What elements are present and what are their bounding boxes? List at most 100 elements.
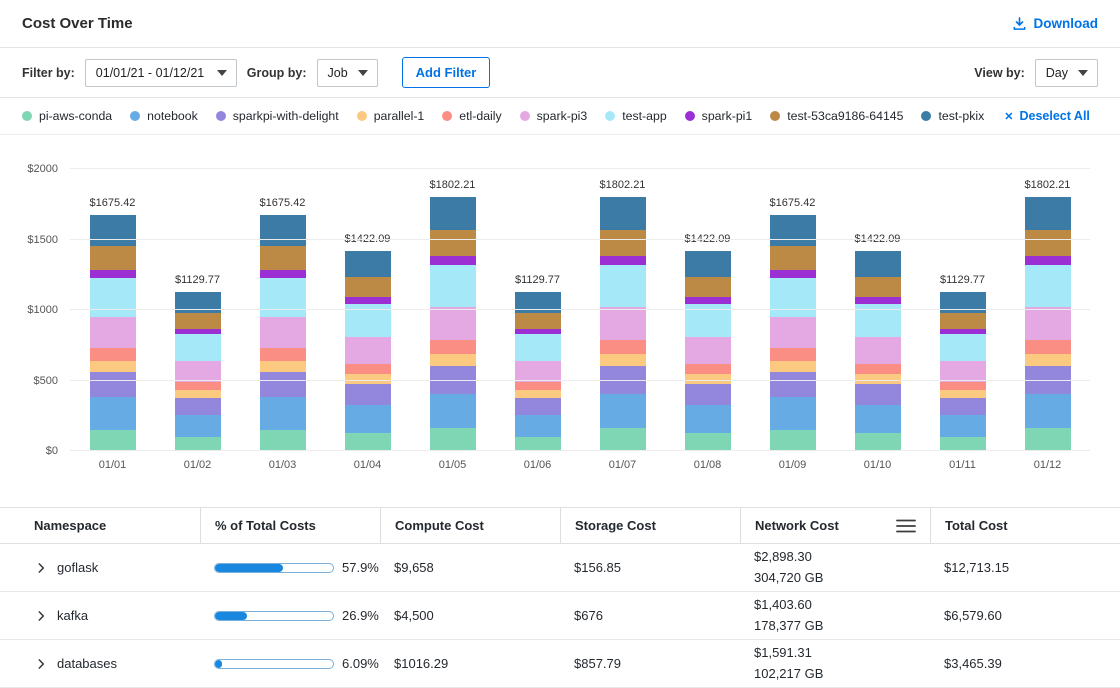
- bar-segment-notebook[interactable]: [175, 415, 221, 437]
- bar-segment-parallel-1[interactable]: [175, 390, 221, 398]
- bar-segment-etl-daily[interactable]: [515, 382, 561, 390]
- bar-segment-test-53ca9186-64145[interactable]: [175, 313, 221, 329]
- stacked-bar-01/10[interactable]: [855, 251, 901, 451]
- bar-segment-notebook[interactable]: [430, 394, 476, 429]
- legend-item-spark-pi1[interactable]: spark-pi1: [685, 109, 753, 123]
- bar-segment-spark-pi3[interactable]: [685, 337, 731, 363]
- bar-segment-spark-pi3[interactable]: [260, 317, 306, 348]
- stacked-bar-01/09[interactable]: [770, 215, 816, 451]
- legend-item-parallel-1[interactable]: parallel-1: [357, 109, 425, 123]
- bar-segment-notebook[interactable]: [515, 415, 561, 437]
- bar-segment-parallel-1[interactable]: [90, 361, 136, 372]
- bar-segment-notebook[interactable]: [940, 415, 986, 437]
- bar-segment-spark-pi3[interactable]: [430, 307, 476, 340]
- bar-segment-spark-pi3[interactable]: [90, 317, 136, 348]
- bar-segment-parallel-1[interactable]: [770, 361, 816, 372]
- namespace-cell[interactable]: goflask: [22, 560, 200, 575]
- bar-segment-etl-daily[interactable]: [430, 340, 476, 354]
- namespace-cell[interactable]: databases: [22, 656, 200, 671]
- bar-segment-pi-aws-conda[interactable]: [1025, 428, 1071, 451]
- deselect-all-button[interactable]: ✕ Deselect All: [1004, 109, 1090, 123]
- bar-segment-spark-pi1[interactable]: [770, 270, 816, 278]
- stacked-bar-01/02[interactable]: [175, 292, 221, 451]
- bar-segment-test-app[interactable]: [260, 278, 306, 317]
- bar-segment-etl-daily[interactable]: [940, 382, 986, 390]
- bar-segment-test-53ca9186-64145[interactable]: [430, 230, 476, 256]
- bar-segment-spark-pi1[interactable]: [430, 256, 476, 264]
- chevron-right-icon[interactable]: [34, 561, 48, 575]
- bar-segment-spark-pi3[interactable]: [345, 337, 391, 363]
- date-range-select[interactable]: 01/01/21 - 01/12/21: [85, 59, 237, 87]
- bar-segment-sparkpi-with-delight[interactable]: [345, 384, 391, 406]
- bar-segment-pi-aws-conda[interactable]: [770, 430, 816, 451]
- bar-segment-notebook[interactable]: [855, 405, 901, 433]
- bar-segment-sparkpi-with-delight[interactable]: [855, 384, 901, 406]
- bar-segment-etl-daily[interactable]: [685, 364, 731, 375]
- legend-item-spark-pi3[interactable]: spark-pi3: [520, 109, 588, 123]
- bar-segment-pi-aws-conda[interactable]: [940, 437, 986, 451]
- bar-segment-test-53ca9186-64145[interactable]: [260, 246, 306, 270]
- bar-segment-pi-aws-conda[interactable]: [515, 437, 561, 451]
- bar-segment-spark-pi3[interactable]: [1025, 307, 1071, 340]
- bar-segment-test-app[interactable]: [430, 265, 476, 307]
- bar-segment-notebook[interactable]: [770, 397, 816, 429]
- bar-segment-test-53ca9186-64145[interactable]: [345, 277, 391, 297]
- stacked-bar-01/04[interactable]: [345, 251, 391, 451]
- bar-segment-etl-daily[interactable]: [260, 348, 306, 361]
- bar-segment-test-53ca9186-64145[interactable]: [515, 313, 561, 329]
- stacked-bar-01/07[interactable]: [600, 197, 646, 451]
- column-menu-icon[interactable]: [896, 518, 916, 534]
- bar-segment-notebook[interactable]: [685, 405, 731, 433]
- bar-segment-sparkpi-with-delight[interactable]: [685, 384, 731, 406]
- group-by-select[interactable]: Job: [317, 59, 378, 87]
- bar-segment-test-53ca9186-64145[interactable]: [940, 313, 986, 329]
- bar-segment-spark-pi1[interactable]: [855, 297, 901, 304]
- bar-segment-parallel-1[interactable]: [1025, 354, 1071, 366]
- bar-segment-pi-aws-conda[interactable]: [600, 428, 646, 451]
- bar-segment-pi-aws-conda[interactable]: [260, 430, 306, 451]
- bar-segment-sparkpi-with-delight[interactable]: [515, 398, 561, 415]
- bar-segment-spark-pi3[interactable]: [770, 317, 816, 348]
- legend-item-test-53ca9186-64145[interactable]: test-53ca9186-64145: [770, 109, 903, 123]
- chevron-right-icon[interactable]: [34, 609, 48, 623]
- bar-segment-spark-pi1[interactable]: [260, 270, 306, 278]
- add-filter-button[interactable]: Add Filter: [402, 57, 491, 88]
- bar-segment-test-app[interactable]: [175, 334, 221, 361]
- bar-segment-test-app[interactable]: [940, 334, 986, 361]
- bar-segment-sparkpi-with-delight[interactable]: [260, 372, 306, 397]
- bar-segment-test-pkix[interactable]: [770, 215, 816, 246]
- bar-segment-pi-aws-conda[interactable]: [90, 430, 136, 451]
- bar-segment-test-pkix[interactable]: [430, 197, 476, 230]
- bar-segment-spark-pi1[interactable]: [600, 256, 646, 264]
- bar-segment-test-53ca9186-64145[interactable]: [685, 277, 731, 297]
- bar-segment-test-pkix[interactable]: [600, 197, 646, 230]
- bar-segment-pi-aws-conda[interactable]: [685, 433, 731, 451]
- bar-segment-sparkpi-with-delight[interactable]: [770, 372, 816, 397]
- bar-segment-spark-pi3[interactable]: [600, 307, 646, 340]
- bar-segment-test-pkix[interactable]: [345, 251, 391, 277]
- bar-segment-test-pkix[interactable]: [1025, 197, 1071, 230]
- bar-segment-test-app[interactable]: [770, 278, 816, 317]
- bar-segment-sparkpi-with-delight[interactable]: [90, 372, 136, 397]
- legend-item-etl-daily[interactable]: etl-daily: [442, 109, 501, 123]
- bar-segment-spark-pi1[interactable]: [1025, 256, 1071, 264]
- stacked-bar-01/01[interactable]: [90, 215, 136, 451]
- stacked-bar-01/12[interactable]: [1025, 197, 1071, 451]
- bar-segment-etl-daily[interactable]: [855, 364, 901, 375]
- namespace-cell[interactable]: kafka: [22, 608, 200, 623]
- bar-segment-test-app[interactable]: [600, 265, 646, 307]
- bar-segment-notebook[interactable]: [600, 394, 646, 429]
- bar-segment-pi-aws-conda[interactable]: [175, 437, 221, 451]
- legend-item-test-pkix[interactable]: test-pkix: [921, 109, 984, 123]
- bar-segment-test-app[interactable]: [515, 334, 561, 361]
- bar-segment-etl-daily[interactable]: [1025, 340, 1071, 354]
- legend-item-notebook[interactable]: notebook: [130, 109, 198, 123]
- bar-segment-notebook[interactable]: [345, 405, 391, 433]
- bar-segment-etl-daily[interactable]: [770, 348, 816, 361]
- bar-segment-etl-daily[interactable]: [90, 348, 136, 361]
- bar-segment-sparkpi-with-delight[interactable]: [940, 398, 986, 415]
- bar-segment-test-53ca9186-64145[interactable]: [600, 230, 646, 256]
- chevron-right-icon[interactable]: [34, 657, 48, 671]
- bar-segment-test-53ca9186-64145[interactable]: [1025, 230, 1071, 256]
- bar-segment-test-53ca9186-64145[interactable]: [855, 277, 901, 297]
